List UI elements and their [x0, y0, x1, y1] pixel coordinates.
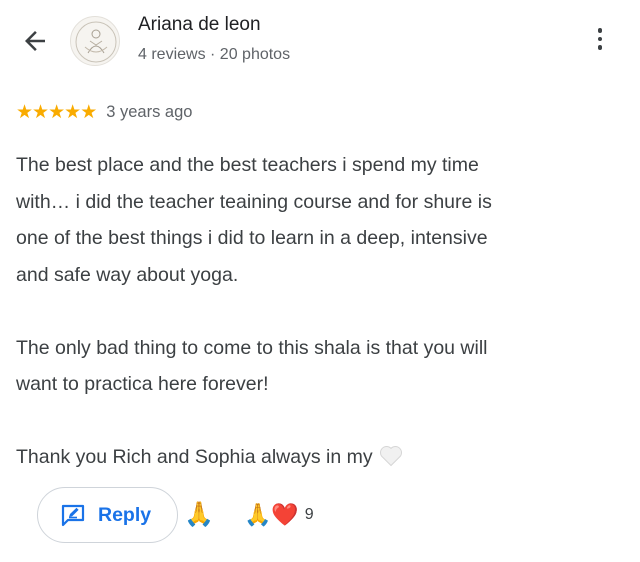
star-icon: ★	[32, 101, 49, 123]
reaction-count: 9	[304, 506, 314, 523]
star-icon: ★	[80, 101, 97, 123]
review-actions: Reply 🙏 🙏❤️ 9	[37, 486, 314, 544]
white-heart-icon	[379, 443, 403, 467]
star-rating: ★ ★ ★ ★ ★	[16, 101, 97, 123]
review-line-text: Thank you Rich and Sophia always in my	[16, 446, 373, 468]
rating-row: ★ ★ ★ ★ ★ 3 years ago	[16, 100, 192, 124]
review-line-last: Thank you Rich and Sophia always in my	[16, 439, 626, 476]
reply-label: Reply	[98, 503, 152, 526]
more-vert-icon[interactable]	[588, 24, 612, 58]
avatar-logo-icon	[75, 21, 117, 63]
reaction-emojis: 🙏❤️	[244, 502, 299, 527]
review-line: The best place and the best teachers i s…	[16, 154, 479, 176]
avatar[interactable]	[70, 16, 120, 66]
react-pray-button[interactable]: 🙏	[184, 503, 214, 527]
star-icon: ★	[16, 101, 33, 123]
review-line: one of the best things i did to learn in…	[16, 227, 488, 249]
review-header: Ariana de leon 4 reviews · 20 photos	[0, 0, 640, 90]
reactions-summary[interactable]: 🙏❤️ 9	[244, 504, 314, 526]
review-line: The only bad thing to come to this shala…	[16, 336, 488, 359]
review-line: with… i did the teacher teaining course …	[16, 190, 492, 213]
review-time: 3 years ago	[106, 102, 193, 121]
reply-button[interactable]: Reply	[37, 487, 179, 543]
review-text: The best place and the best teachers i s…	[16, 147, 626, 476]
star-icon: ★	[48, 101, 65, 123]
reviewer-meta: 4 reviews · 20 photos	[138, 46, 291, 63]
reply-icon	[61, 504, 85, 527]
review-line: want to practica here forever!	[16, 373, 269, 395]
review-line: and safe way about yoga.	[16, 263, 239, 286]
reviewer-name[interactable]: Ariana de leon	[138, 14, 261, 36]
star-icon: ★	[64, 101, 81, 123]
back-arrow-icon[interactable]	[20, 26, 50, 56]
